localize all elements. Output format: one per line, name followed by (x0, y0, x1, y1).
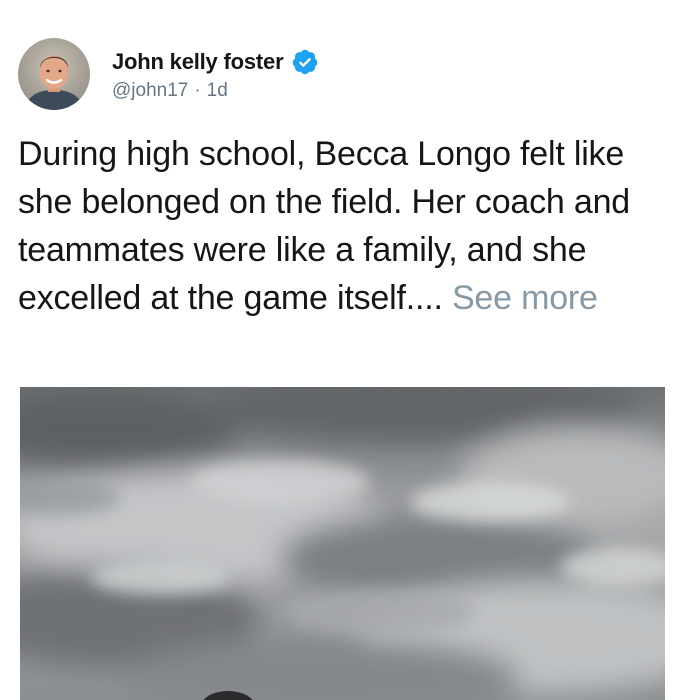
avatar-photo-icon (18, 38, 90, 110)
post-timestamp[interactable]: 1d (207, 80, 228, 101)
avatar[interactable] (18, 38, 90, 110)
author-meta-row: @john17 · 1d (112, 80, 319, 102)
see-more-link[interactable]: See more (452, 279, 598, 317)
author-name-row: John kelly foster (112, 46, 319, 78)
author-display-name[interactable]: John kelly foster (112, 49, 284, 75)
tweet-media-photo[interactable] (20, 387, 665, 700)
author-handle[interactable]: @john17 (112, 80, 188, 101)
meta-separator: · (194, 80, 201, 101)
verified-badge-icon (291, 48, 319, 76)
tweet-header: John kelly foster @john17 · 1d (18, 38, 319, 110)
cloudy-sky-photo (20, 387, 665, 700)
tweet-card: John kelly foster @john17 · 1d During high… (0, 0, 700, 700)
author-info: John kelly foster @john17 · 1d (112, 46, 319, 102)
tweet-body: During high school, Becca Longo felt lik… (18, 130, 678, 322)
